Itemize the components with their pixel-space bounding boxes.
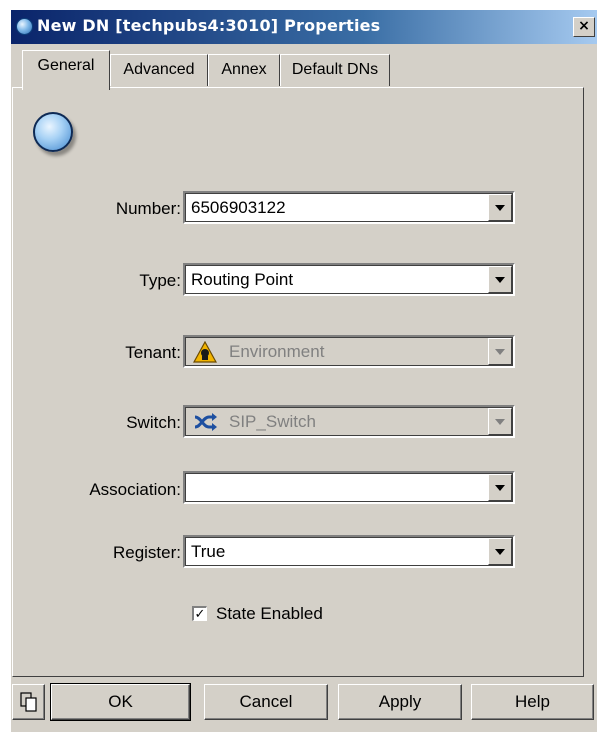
switch-label: Switch:: [126, 413, 181, 432]
register-value: True: [191, 542, 226, 561]
tab-annex[interactable]: Annex: [208, 54, 280, 86]
type-label: Type:: [139, 271, 181, 290]
tab-advanced[interactable]: Advanced: [110, 54, 208, 86]
close-button[interactable]: ×: [573, 17, 595, 37]
chevron-down-icon: [495, 485, 505, 491]
chevron-down-icon: [495, 349, 505, 355]
state-enabled-checkbox[interactable]: ✓: [192, 606, 207, 621]
tenant-label: Tenant:: [125, 343, 181, 362]
number-dropdown-button[interactable]: [488, 194, 512, 221]
dn-icon: [16, 18, 33, 35]
register-dropdown-button[interactable]: [488, 538, 512, 565]
register-label: Register:: [112, 543, 181, 562]
warning-tenant-icon: [193, 341, 217, 363]
general-panel: [12, 87, 584, 677]
help-button[interactable]: Help: [471, 684, 594, 720]
register-combo[interactable]: True: [183, 535, 515, 568]
chevron-down-icon: [495, 549, 505, 555]
type-combo[interactable]: Routing Point: [183, 263, 515, 296]
number-value: 6506903122: [191, 198, 286, 217]
association-dropdown-button[interactable]: [488, 474, 512, 501]
ok-button[interactable]: OK: [50, 683, 191, 721]
tenant-combo: Environment: [183, 335, 515, 368]
title-bar[interactable]: New DN [techpubs4:3010] Properties ×: [11, 10, 597, 44]
switch-combo: SIP_Switch: [183, 405, 515, 438]
chevron-down-icon: [495, 277, 505, 283]
dn-object-icon: [33, 112, 73, 152]
chevron-down-icon: [495, 419, 505, 425]
copy-button[interactable]: [12, 684, 45, 720]
association-combo[interactable]: [183, 471, 515, 504]
tenant-dropdown-button: [488, 338, 512, 365]
chevron-down-icon: [495, 205, 505, 211]
type-value: Routing Point: [191, 270, 294, 289]
number-combo[interactable]: 6506903122: [183, 191, 515, 224]
tab-default-dns[interactable]: Default DNs: [280, 54, 390, 86]
tab-general[interactable]: General: [22, 50, 110, 90]
switch-dropdown-button: [488, 408, 512, 435]
association-label: Association:: [89, 480, 181, 499]
tenant-value: Environment: [229, 342, 325, 361]
switch-value: SIP_Switch: [229, 412, 316, 431]
window-title: New DN [techpubs4:3010] Properties: [37, 16, 381, 35]
cancel-button[interactable]: Cancel: [204, 684, 328, 720]
copy-icon: [20, 692, 37, 712]
number-label: Number:: [115, 199, 181, 218]
type-dropdown-button[interactable]: [488, 266, 512, 293]
apply-button[interactable]: Apply: [338, 684, 462, 720]
switch-icon: [194, 413, 217, 431]
state-enabled-label[interactable]: State Enabled: [216, 604, 323, 624]
